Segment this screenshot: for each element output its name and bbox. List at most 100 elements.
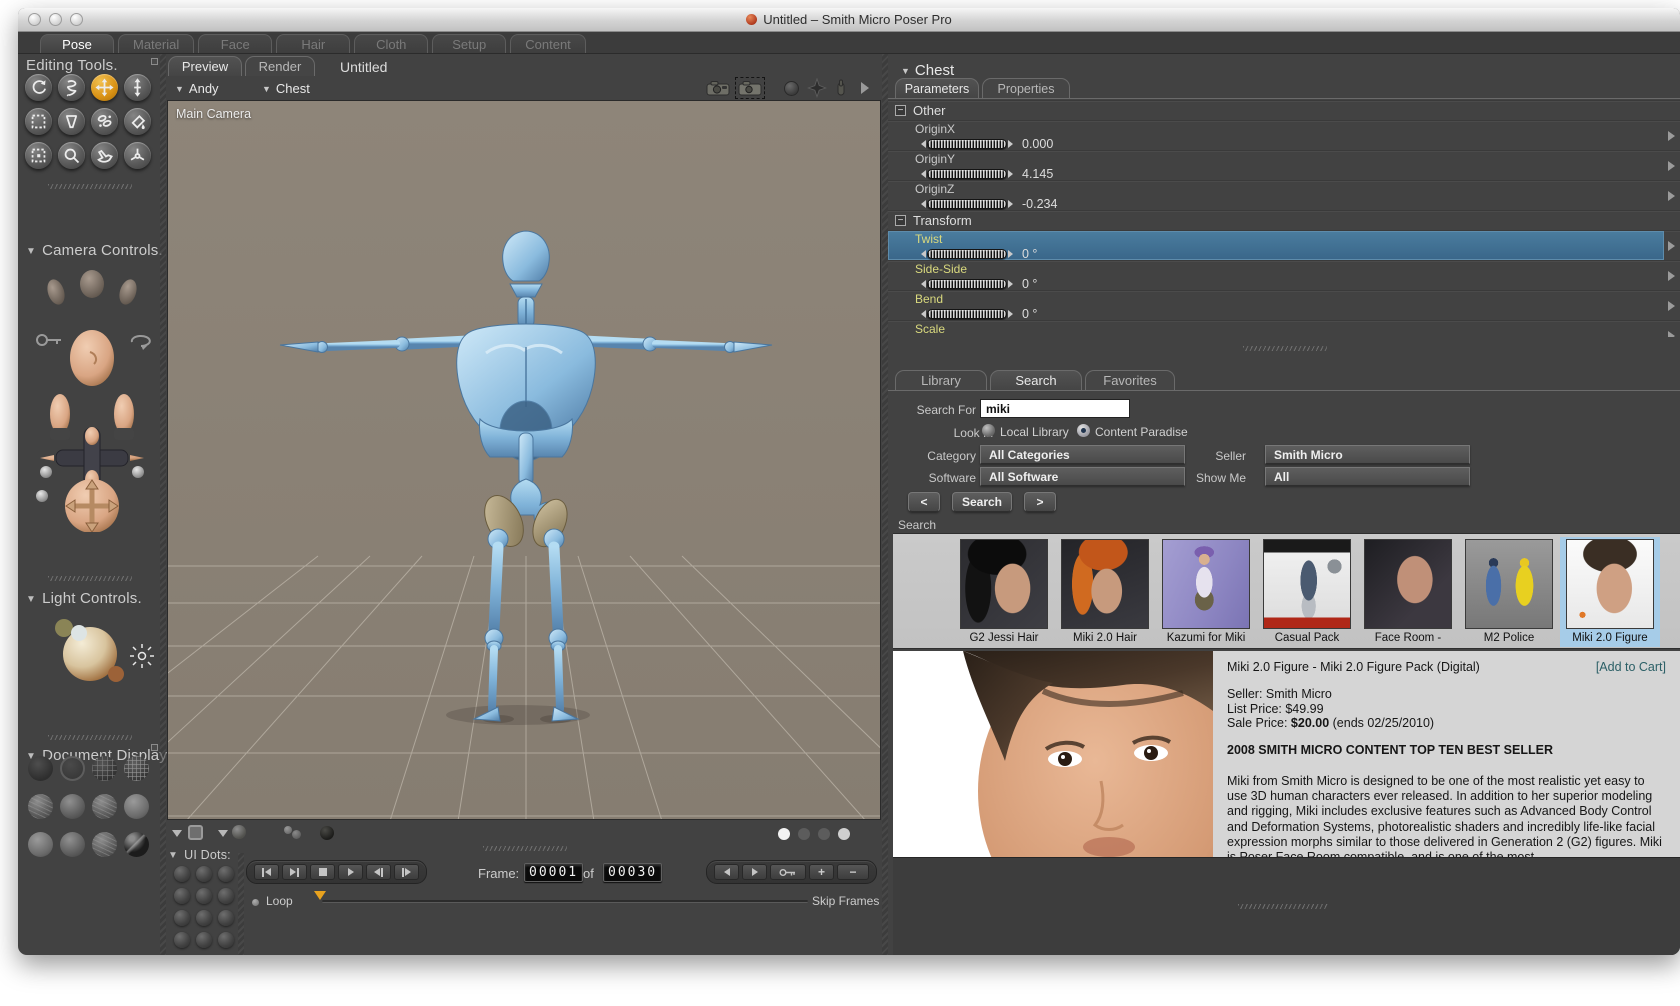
software-dropdown[interactable]: All Software: [980, 467, 1185, 486]
shadow-ball-icon[interactable]: [320, 826, 334, 840]
ui-dot[interactable]: [174, 910, 190, 926]
dial-increment-icon[interactable]: [1008, 140, 1013, 148]
ui-dot[interactable]: [174, 866, 190, 882]
room-tab-material[interactable]: Material: [118, 34, 195, 53]
ui-dot[interactable]: [218, 888, 234, 904]
step-forward-button[interactable]: [394, 864, 419, 880]
view-magnifier-tool[interactable]: [58, 142, 85, 169]
tracking-mode-icon[interactable]: [188, 825, 203, 840]
dial-increment-icon[interactable]: [1008, 310, 1013, 318]
result-thumbnail[interactable]: [1566, 539, 1654, 629]
taper-tool[interactable]: [58, 108, 85, 135]
panel-grip-icon[interactable]: [151, 744, 158, 751]
dial-increment-icon[interactable]: [1008, 250, 1013, 258]
page-dot-icon[interactable]: [838, 828, 850, 840]
ui-dot[interactable]: [196, 932, 212, 948]
add-to-cart-link[interactable]: [Add to Cart]: [1596, 660, 1666, 675]
add-keyframe-button[interactable]: +: [809, 864, 834, 880]
tab-library[interactable]: Library: [895, 370, 987, 390]
timeline-position-marker[interactable]: [314, 891, 326, 906]
result-thumbnail[interactable]: [1061, 539, 1149, 629]
stop-button[interactable]: [310, 864, 335, 880]
result-face-room[interactable]: Face Room -: [1358, 537, 1458, 647]
search-input[interactable]: [980, 399, 1130, 418]
panel-expand-arrow-icon[interactable]: [861, 82, 869, 94]
result-thumbnail[interactable]: [1465, 539, 1553, 629]
tracking-ball-icon[interactable]: [232, 825, 246, 839]
dial-decrement-icon[interactable]: [921, 310, 926, 318]
page-dot-icon[interactable]: [818, 828, 830, 840]
dial-decrement-icon[interactable]: [921, 170, 926, 178]
previous-page-button[interactable]: <: [908, 492, 940, 512]
collapse-triangle-icon[interactable]: ▼: [168, 850, 178, 861]
previous-key-button[interactable]: [714, 864, 739, 880]
panel-grip-icon[interactable]: [151, 58, 158, 65]
outline-display-icon[interactable]: [60, 756, 85, 781]
scale-tool[interactable]: [25, 108, 52, 135]
flat-shaded-display-icon[interactable]: [60, 794, 85, 819]
camera-preset-icon[interactable]: [706, 80, 730, 96]
cartoon-display-icon[interactable]: [124, 794, 149, 819]
tab-render[interactable]: Render: [245, 56, 315, 76]
dial-decrement-icon[interactable]: [921, 140, 926, 148]
edit-keyframes-button[interactable]: [770, 864, 806, 880]
ui-dot[interactable]: [196, 888, 212, 904]
room-tab-face[interactable]: Face: [198, 34, 273, 53]
translate-in-out-tool[interactable]: [124, 74, 151, 101]
hidden-line-display-icon[interactable]: [124, 756, 149, 781]
result-miki-2-0-hair[interactable]: Miki 2.0 Hair: [1055, 537, 1155, 647]
tab-favorites[interactable]: Favorites: [1085, 370, 1175, 390]
param-menu-arrow-icon[interactable]: [1668, 240, 1675, 251]
depth-cue-menu-icon[interactable]: [172, 830, 182, 842]
result-thumbnail[interactable]: [1263, 539, 1351, 629]
next-page-button[interactable]: >: [1024, 492, 1056, 512]
play-button[interactable]: [338, 864, 363, 880]
param-menu-arrow-icon[interactable]: [1668, 160, 1675, 171]
step-back-button[interactable]: [366, 864, 391, 880]
next-key-button[interactable]: [742, 864, 767, 880]
param-menu-arrow-icon[interactable]: [1668, 130, 1675, 141]
sidebar-resize-gutter[interactable]: [160, 54, 166, 955]
ui-dot[interactable]: [174, 932, 190, 948]
dial-increment-icon[interactable]: [1008, 280, 1013, 288]
content-paradise-radio-label[interactable]: Content Paradise: [1095, 425, 1188, 439]
horizontal-scrollbar-handle[interactable]: [1238, 904, 1328, 909]
ui-dot[interactable]: [196, 910, 212, 926]
result-casual-pack[interactable]: Casual Pack: [1257, 537, 1357, 647]
ui-dot[interactable]: [218, 866, 234, 882]
param-menu-arrow-icon[interactable]: [1668, 330, 1675, 337]
skip-frames-label[interactable]: Skip Frames: [812, 894, 879, 908]
page-dot-icon[interactable]: [778, 828, 790, 840]
main-viewport[interactable]: Main Camera: [167, 100, 881, 820]
param-dial[interactable]: [927, 249, 1007, 259]
twist-tool[interactable]: [58, 74, 85, 101]
collapse-box-icon[interactable]: −: [895, 105, 906, 116]
light-controls-cluster[interactable]: [38, 606, 156, 698]
result-miki-2-0-figure[interactable]: Miki 2.0 Figure: [1560, 537, 1660, 647]
sketch-shaded-display-icon[interactable]: [124, 832, 149, 857]
ui-dot[interactable]: [218, 910, 234, 926]
tab-parameters[interactable]: Parameters: [895, 78, 979, 98]
camera-controls-cluster[interactable]: [30, 266, 154, 532]
result-thumbnail[interactable]: [960, 539, 1048, 629]
silhouette-display-icon[interactable]: [28, 756, 53, 781]
param-menu-arrow-icon[interactable]: [1668, 270, 1675, 281]
timeline-scrubber[interactable]: [322, 900, 808, 903]
content-paradise-radio[interactable]: [1077, 424, 1090, 437]
light-indicator-icon[interactable]: [784, 80, 799, 96]
tab-search[interactable]: Search: [990, 370, 1082, 390]
product-preview-image[interactable]: [893, 651, 1213, 857]
element-selector[interactable]: ▼ Chest: [262, 81, 310, 96]
camera-selected-icon[interactable]: [735, 77, 765, 99]
collapse-box-icon[interactable]: −: [895, 215, 906, 226]
show-me-dropdown[interactable]: All: [1265, 467, 1470, 486]
dial-decrement-icon[interactable]: [921, 200, 926, 208]
wireframe-display-icon[interactable]: [92, 756, 117, 781]
actor-selector[interactable]: ▼ Andy: [175, 81, 219, 96]
room-tab-pose[interactable]: Pose: [40, 34, 114, 53]
panel-divider[interactable]: [483, 846, 567, 851]
smooth-lined-display-icon[interactable]: [60, 832, 85, 857]
multi-ball-icon[interactable]: [284, 826, 292, 834]
param-menu-arrow-icon[interactable]: [1668, 300, 1675, 311]
panel-divider[interactable]: [48, 576, 132, 581]
